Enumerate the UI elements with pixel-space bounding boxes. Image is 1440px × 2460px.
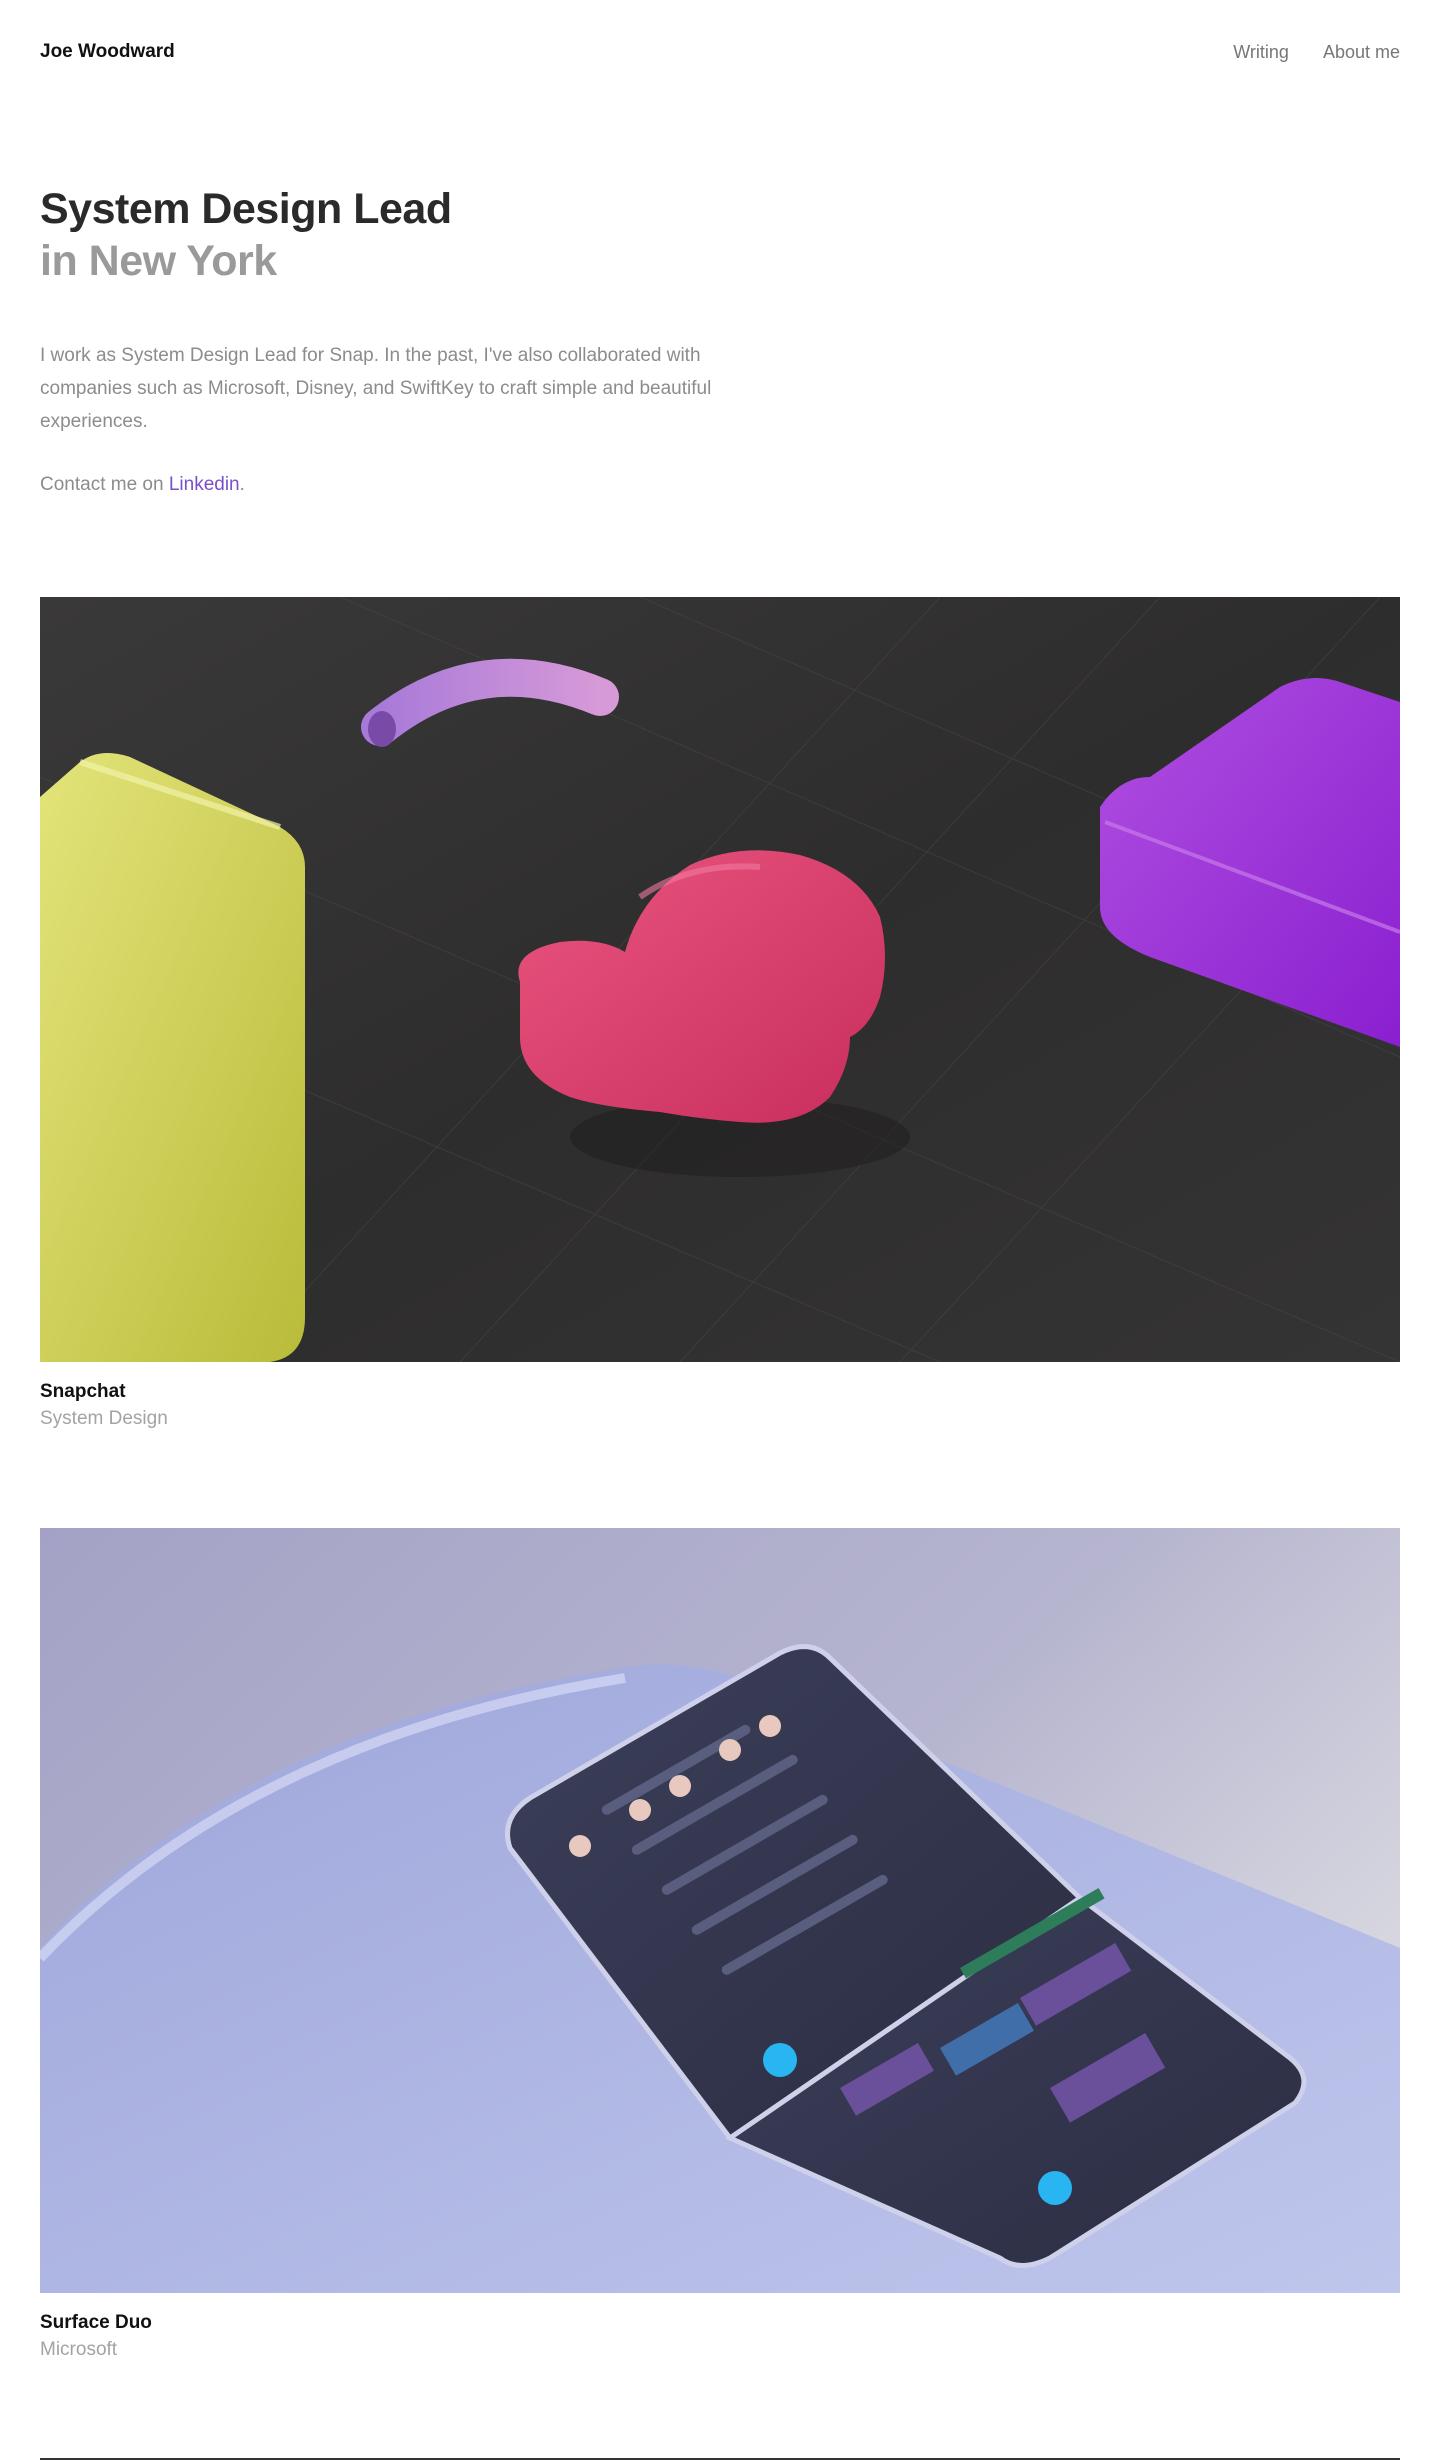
contact-line: Contact me on Linkedin. (40, 468, 820, 501)
bio-paragraph: I work as System Design Lead for Snap. I… (40, 345, 712, 432)
hero-subtitle: in New York (40, 237, 277, 285)
snapchat-3d-illustration (40, 597, 1400, 1362)
contact-suffix: . (239, 474, 245, 495)
brand-home-link[interactable]: Joe Woodward (40, 41, 175, 63)
nav-link-writing[interactable]: Writing (1233, 42, 1289, 63)
hero-title: System Design Lead (40, 185, 452, 233)
project-card-surface-duo: Surface Duo Microsoft (40, 1528, 1400, 2364)
project-meta: System Design (40, 1408, 168, 1429)
main-nav: Writing About me (1233, 42, 1400, 63)
surface-duo-device-illustration (40, 1528, 1400, 2293)
snapchat-project-image[interactable] (40, 597, 1400, 1362)
hero-section: System Design Lead in New York I work as… (40, 183, 820, 501)
surface-duo-project-image[interactable] (40, 1528, 1400, 2293)
project-card-snapchat: Snapchat System Design (40, 597, 1400, 1433)
linkedin-link[interactable]: Linkedin (169, 474, 240, 495)
project-title: Snapchat (40, 1381, 126, 1402)
contact-prefix: Contact me on (40, 474, 169, 495)
site-header: Joe Woodward Writing About me (40, 38, 1400, 66)
project-meta: Microsoft (40, 2339, 118, 2360)
project-title: Surface Duo (40, 2312, 152, 2333)
nav-link-about[interactable]: About me (1323, 42, 1400, 63)
